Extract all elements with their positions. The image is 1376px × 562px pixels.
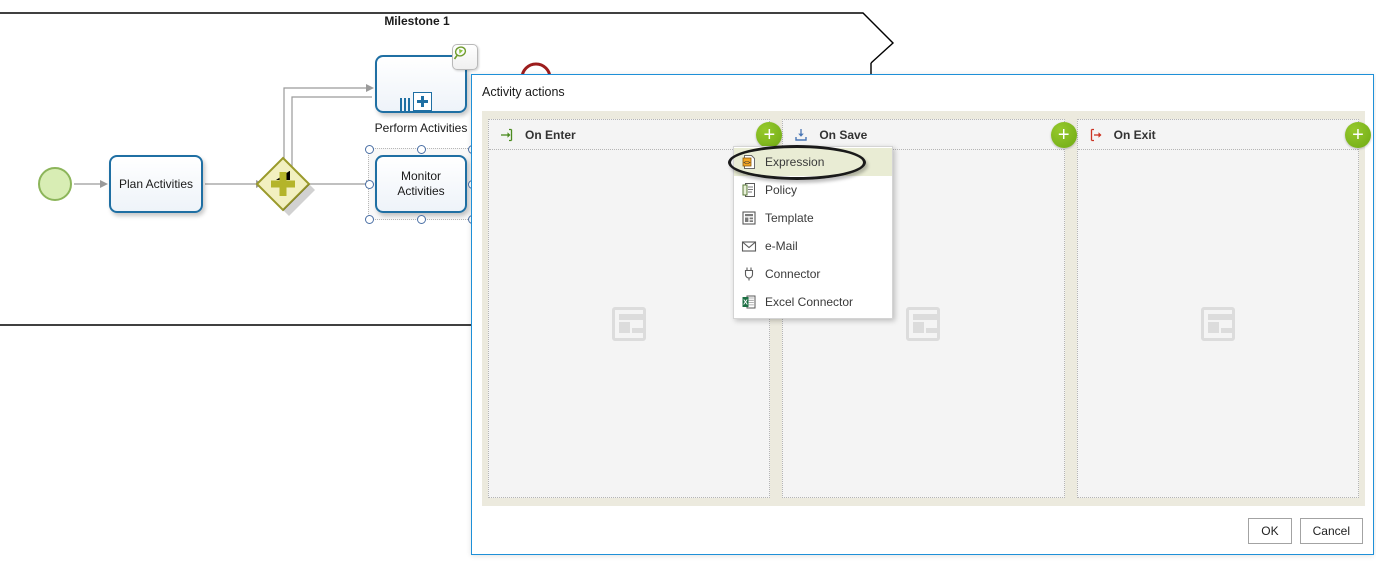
menu-item-connector[interactable]: Connector <box>734 260 892 288</box>
empty-content-placeholder-icon <box>612 306 647 341</box>
expression-code-glyph: <> <box>742 155 755 169</box>
envelope-glyph <box>741 241 757 252</box>
panel-on-enter-body <box>489 150 769 497</box>
panel-on-enter-header: On Enter + <box>489 120 783 150</box>
activity-actions-dialog[interactable]: Activity actions On Enter + On Save + On… <box>471 74 1374 555</box>
policy-document-icon <box>740 181 758 199</box>
menu-item-policy[interactable]: Policy <box>734 176 892 204</box>
template-layout-icon <box>740 209 758 227</box>
panel-on-exit[interactable]: On Exit + <box>1076 119 1371 498</box>
cancel-button[interactable]: Cancel <box>1299 518 1363 544</box>
template-layout-glyph <box>742 211 756 225</box>
drill-down-magnifier-icon[interactable] <box>452 44 478 70</box>
add-action-button-on-enter[interactable]: + <box>756 122 783 148</box>
milestone-label: Milestone 1 <box>384 14 450 28</box>
task-monitor-line1: Monitor <box>400 169 441 183</box>
selection-handle-n[interactable] <box>417 145 426 154</box>
panel-on-enter[interactable]: On Enter + <box>488 119 783 498</box>
expand-plus-marker-icon <box>413 92 432 111</box>
add-action-context-menu[interactable]: <> Expression Policy Template e-Mail Con… <box>733 146 893 319</box>
selection-handle-w[interactable] <box>365 180 374 189</box>
enter-arrow-icon <box>497 125 517 145</box>
task-plan-activities[interactable]: Plan Activities <box>109 155 203 213</box>
svg-text:X: X <box>743 299 748 306</box>
parallel-multi-instance-icon <box>400 98 410 111</box>
panel-on-enter-label: On Enter <box>525 127 576 142</box>
task-monitor-label: Monitor Activities <box>397 169 444 199</box>
panel-on-save-label: On Save <box>819 127 868 142</box>
menu-item-expression-label: Expression <box>765 155 825 169</box>
connector-plug-glyph <box>744 267 754 281</box>
dialog-body: On Enter + On Save + On Exit + <box>482 111 1371 506</box>
task-monitor-line2: Activities <box>397 184 445 198</box>
enter-arrow-glyph <box>501 128 513 141</box>
menu-item-template[interactable]: Template <box>734 204 892 232</box>
expression-code-icon: <> <box>740 153 758 171</box>
panel-on-exit-header: On Exit + <box>1077 120 1371 150</box>
policy-document-glyph <box>742 183 755 197</box>
excel-connector-icon: X <box>740 293 758 311</box>
dialog-footer: OK Cancel <box>1248 518 1363 544</box>
add-action-button-on-save[interactable]: + <box>1050 122 1077 148</box>
envelope-icon <box>740 237 758 255</box>
selection-handle-nw[interactable] <box>365 145 374 154</box>
task-plan-label: Plan Activities <box>118 176 194 191</box>
save-download-icon <box>791 125 811 145</box>
selection-handle-s[interactable] <box>417 215 426 224</box>
menu-item-connector-label: Connector <box>765 267 821 281</box>
svg-text:<>: <> <box>743 159 751 166</box>
empty-content-placeholder-icon <box>1200 306 1235 341</box>
dialog-title: Activity actions <box>482 85 565 99</box>
exit-arrow-icon <box>1086 125 1106 145</box>
selection-handle-sw[interactable] <box>365 215 374 224</box>
task-perform-caption: Perform Activities <box>374 121 468 135</box>
menu-item-email-label: e-Mail <box>765 239 798 253</box>
menu-item-policy-label: Policy <box>765 183 798 197</box>
parallel-gateway-node <box>255 156 315 216</box>
sub-process-plus-icon <box>400 92 432 111</box>
ok-button[interactable]: OK <box>1248 518 1292 544</box>
menu-item-email[interactable]: e-Mail <box>734 232 892 260</box>
panel-on-exit-label: On Exit <box>1113 127 1156 142</box>
menu-item-excel-connector[interactable]: X Excel Connector <box>734 288 892 316</box>
menu-item-template-label: Template <box>765 211 814 225</box>
connector-plug-icon <box>740 265 758 283</box>
excel-connector-glyph: X <box>742 295 756 309</box>
menu-item-excel-connector-label: Excel Connector <box>765 295 854 309</box>
task-monitor-activities[interactable]: Monitor Activities <box>375 155 467 213</box>
menu-item-expression[interactable]: <> Expression <box>734 148 892 176</box>
empty-content-placeholder-icon <box>906 306 941 341</box>
save-download-glyph <box>795 128 808 141</box>
start-event-node <box>38 167 72 201</box>
exit-arrow-glyph <box>1090 128 1102 141</box>
add-action-button-on-exit[interactable]: + <box>1344 122 1371 148</box>
magnifier-glyph <box>453 46 467 60</box>
panel-on-exit-body <box>1078 150 1358 497</box>
